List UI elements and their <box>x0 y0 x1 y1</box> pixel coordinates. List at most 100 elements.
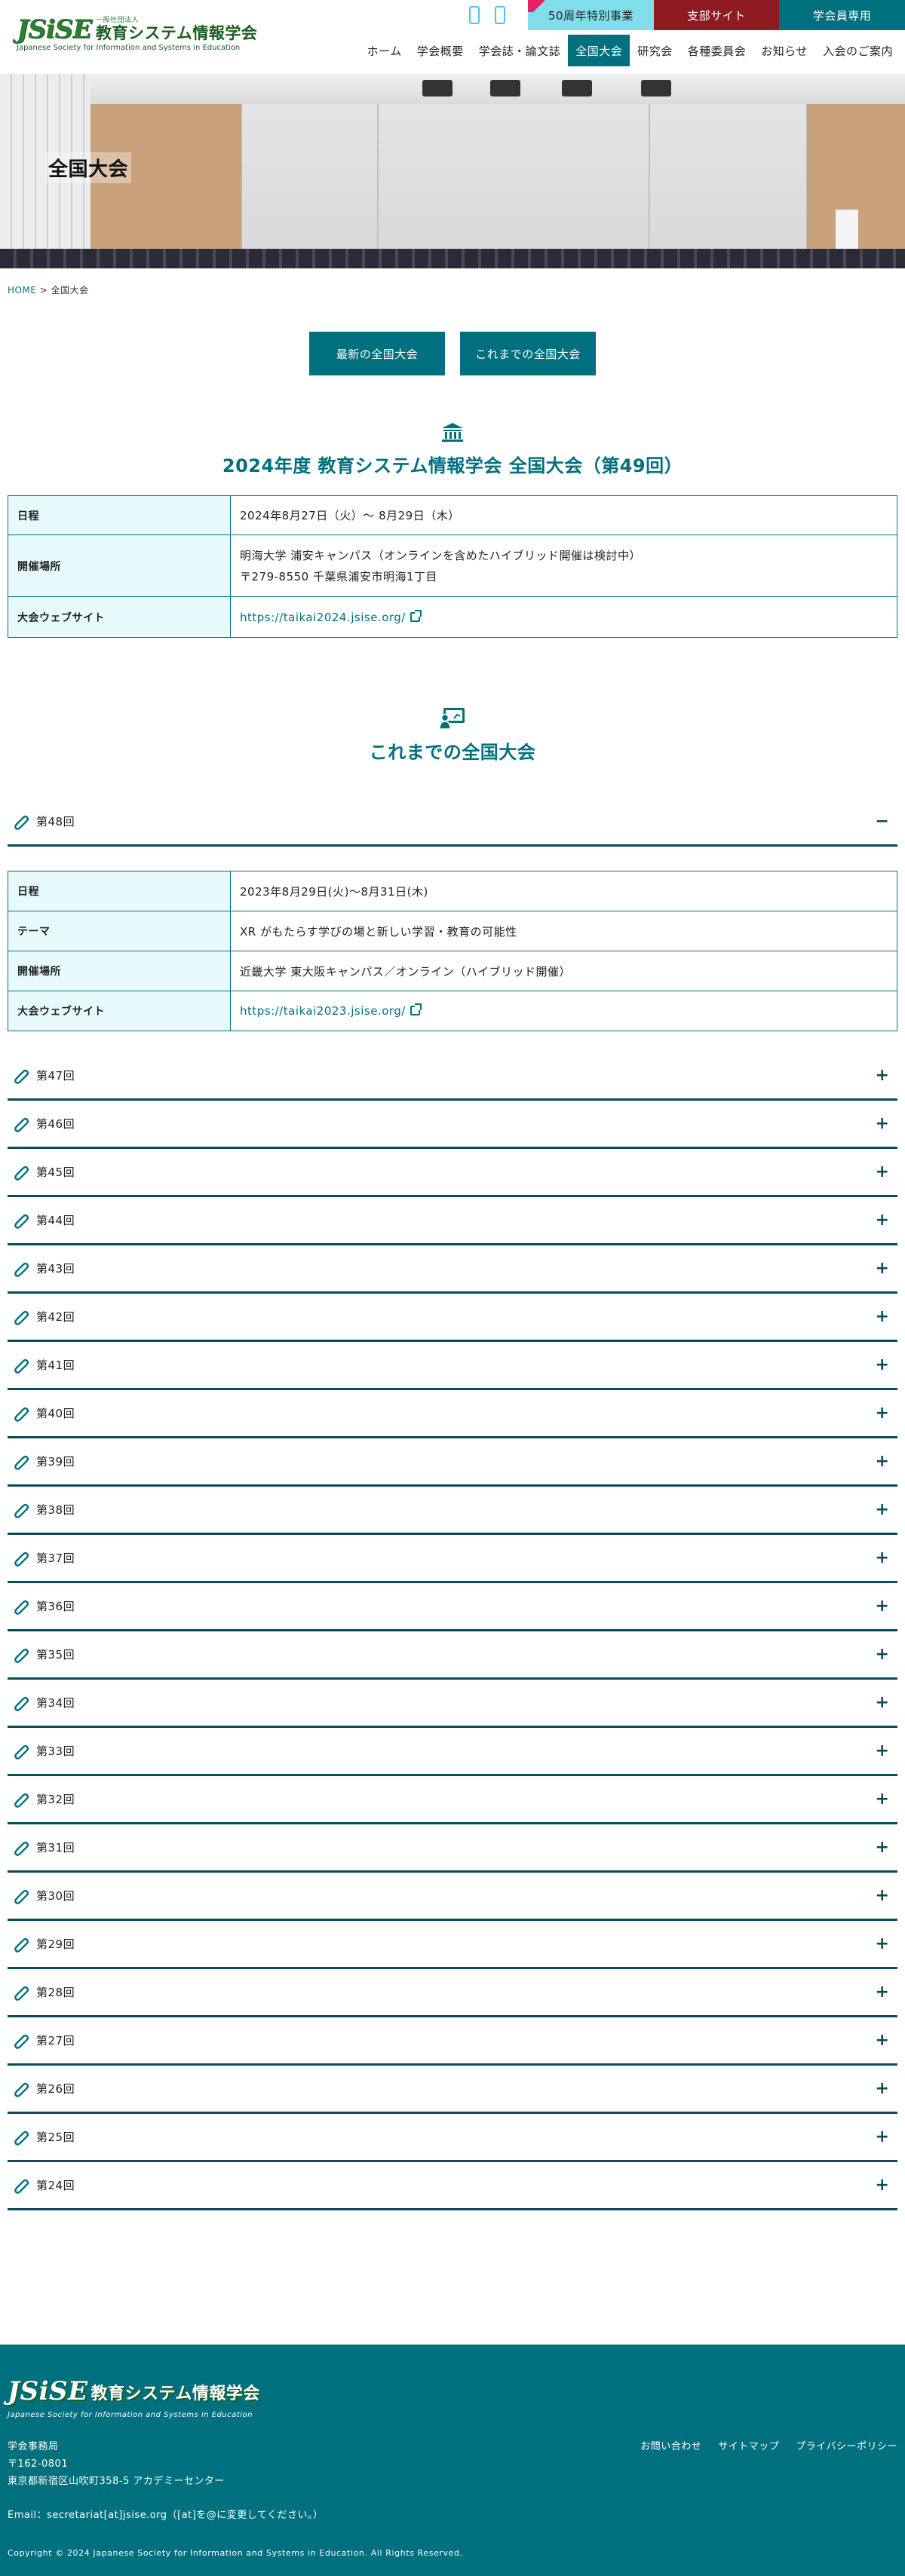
accordion-header[interactable]: 第39回 + <box>8 1438 897 1487</box>
members-only-button[interactable]: 学会員専用 <box>779 0 905 30</box>
page-title: 全国大会 <box>45 152 132 183</box>
expand-icon[interactable]: + <box>875 1693 890 1712</box>
accordion-label-wrap: 第29回 <box>14 1936 75 1953</box>
latest-conference-button[interactable]: 最新の全国大会 <box>309 332 445 375</box>
paperclip-icon <box>14 1744 29 1760</box>
nav-item-research[interactable]: 研究会 <box>630 35 680 66</box>
privacy-policy-link[interactable]: プライバシーポリシー <box>796 2438 897 2452</box>
accordion-label: 第43回 <box>36 1262 75 1276</box>
accordion-label: 第31回 <box>36 1841 75 1855</box>
site-logo[interactable]: JSiSE 一般社団法人 教育システム情報学会 Japanese Society… <box>17 17 257 52</box>
expand-icon[interactable]: + <box>875 1162 890 1181</box>
date-label: 日程 <box>8 495 231 535</box>
expand-icon[interactable]: + <box>875 1645 890 1664</box>
accordion-header[interactable]: 第42回 + <box>8 1294 897 1342</box>
accordion-header[interactable]: 第40回 + <box>8 1390 897 1438</box>
contact-link[interactable]: お問い合わせ <box>640 2438 701 2452</box>
paperclip-icon <box>14 1841 29 1856</box>
breadcrumb-home-link[interactable]: HOME <box>8 285 36 296</box>
past-conferences-button[interactable]: これまでの全国大会 <box>460 332 596 375</box>
accordion-header-48[interactable]: 第48回 − <box>8 798 897 847</box>
breadcrumb-separator: > <box>39 285 48 296</box>
table-row: 大会ウェブサイト https://taikai2024.jsise.org/ <box>8 596 897 638</box>
accordion-header[interactable]: 第31回 + <box>8 1824 897 1873</box>
accordion-header[interactable]: 第34回 + <box>8 1680 897 1728</box>
office-zip: 〒162-0801 <box>8 2458 69 2470</box>
expand-icon[interactable]: + <box>875 1066 890 1085</box>
accordion-header[interactable]: 第43回 + <box>8 1245 897 1294</box>
accordion-header[interactable]: 第35回 + <box>8 1631 897 1680</box>
expand-icon[interactable]: + <box>875 1500 890 1519</box>
accordion-header[interactable]: 第38回 + <box>8 1487 897 1535</box>
collapse-icon[interactable]: − <box>875 812 890 831</box>
expand-icon[interactable]: + <box>875 1934 890 1953</box>
expand-icon[interactable]: + <box>875 1259 890 1278</box>
anniversary-button[interactable]: 50周年特別事業 <box>528 0 654 30</box>
sns-icon[interactable] <box>469 6 480 24</box>
accordion-header[interactable]: 第26回 + <box>8 2066 897 2114</box>
expand-icon[interactable]: + <box>875 1307 890 1326</box>
accordion-label-wrap: 第32回 <box>14 1791 75 1808</box>
expand-icon[interactable]: + <box>875 2127 890 2146</box>
accordion-label: 第30回 <box>36 1889 75 1903</box>
paperclip-icon <box>14 1503 29 1518</box>
accordion-label: 第37回 <box>36 1551 75 1565</box>
expand-icon[interactable]: + <box>875 1114 890 1133</box>
sitemap-link[interactable]: サイトマップ <box>718 2438 779 2452</box>
branch-site-button[interactable]: 支部サイト <box>654 0 779 30</box>
expand-icon[interactable]: + <box>875 1983 890 2002</box>
accordion-header[interactable]: 第24回 + <box>8 2162 897 2210</box>
expand-icon[interactable]: + <box>875 1211 890 1230</box>
accordion-label: 第35回 <box>36 1648 75 1662</box>
accordion-header[interactable]: 第28回 + <box>8 1969 897 2017</box>
nav-item-conference[interactable]: 全国大会 <box>568 35 630 66</box>
accordion-header[interactable]: 第41回 + <box>8 1342 897 1390</box>
latest-section-head: 2024年度 教育システム情報学会 全国大会（第49回） <box>0 422 905 477</box>
expand-icon[interactable]: + <box>875 1741 890 1760</box>
accordion-header[interactable]: 第33回 + <box>8 1728 897 1776</box>
accordion-header[interactable]: 第27回 + <box>8 2017 897 2066</box>
accordion-header[interactable]: 第29回 + <box>8 1921 897 1969</box>
accordion-header[interactable]: 第46回 + <box>8 1101 897 1149</box>
date-value: 2024年8月27日（火）〜 8月29日（木） <box>230 495 897 535</box>
nav-item-home[interactable]: ホーム <box>360 35 410 66</box>
accordion-header[interactable]: 第30回 + <box>8 1873 897 1921</box>
expand-icon[interactable]: + <box>875 1886 890 1905</box>
expand-icon[interactable]: + <box>875 2176 890 2195</box>
paperclip-icon <box>14 1407 29 1422</box>
paperclip-icon <box>14 1648 29 1663</box>
accordion-header[interactable]: 第45回 + <box>8 1149 897 1197</box>
accordion-header[interactable]: 第36回 + <box>8 1583 897 1631</box>
expand-icon[interactable]: + <box>875 1452 890 1471</box>
expand-icon[interactable]: + <box>875 2031 890 2050</box>
expand-icon[interactable]: + <box>875 1355 890 1374</box>
accordion-header[interactable]: 第25回 + <box>8 2114 897 2162</box>
website-link[interactable]: https://taikai2023.jsise.org/ <box>240 1004 406 1018</box>
website-link[interactable]: https://taikai2024.jsise.org/ <box>240 611 406 624</box>
hero-ceiling <box>0 74 905 104</box>
nav-item-join[interactable]: 入会のご案内 <box>815 35 900 66</box>
expand-icon[interactable]: + <box>875 1790 890 1809</box>
sns-icon[interactable] <box>495 6 505 24</box>
paperclip-icon <box>14 2034 29 2049</box>
accordion-header[interactable]: 第37回 + <box>8 1535 897 1583</box>
nav-item-about[interactable]: 学会概要 <box>410 35 471 66</box>
expand-icon[interactable]: + <box>875 1597 890 1616</box>
expand-icon[interactable]: + <box>875 2079 890 2098</box>
nav-item-journal[interactable]: 学会誌・論文誌 <box>471 35 569 66</box>
footer-logo[interactable]: JSiSE 教育システム情報学会 <box>8 2378 260 2404</box>
nav-item-committees[interactable]: 各種委員会 <box>680 35 754 66</box>
paperclip-icon <box>14 2082 29 2097</box>
accordion-header[interactable]: 第32回 + <box>8 1776 897 1824</box>
nav-item-news[interactable]: お知らせ <box>753 35 815 66</box>
accordion-label: 第32回 <box>36 1793 75 1806</box>
past-section-head: これまでの全国大会 <box>0 707 905 764</box>
accordion-header[interactable]: 第47回 + <box>8 1052 897 1101</box>
expand-icon[interactable]: + <box>875 1548 890 1567</box>
paperclip-icon <box>14 1214 29 1229</box>
latest-conference-title: 2024年度 教育システム情報学会 全国大会（第49回） <box>222 455 683 476</box>
accordion-header[interactable]: 第44回 + <box>8 1197 897 1245</box>
table-row: 開催場所 近畿大学 東大阪キャンパス／オンライン（ハイブリッド開催） <box>8 951 897 991</box>
expand-icon[interactable]: + <box>875 1404 890 1423</box>
expand-icon[interactable]: + <box>875 1838 890 1857</box>
